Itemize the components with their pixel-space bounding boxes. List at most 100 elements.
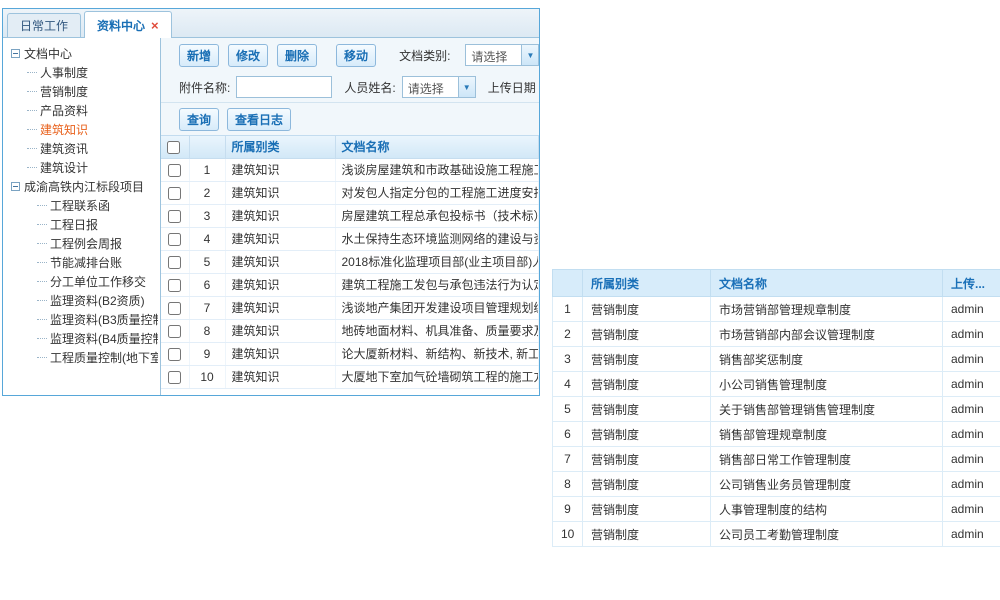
view-log-button[interactable]: 查看日志 [227, 108, 291, 131]
row-category: 营销制度 [583, 497, 711, 522]
row-checkbox[interactable] [168, 302, 181, 315]
tab-data-center[interactable]: 资料中心 × [84, 11, 172, 38]
document-row[interactable]: 9 建筑知识 论大厦新材料、新结构、新技术, 新工... [161, 342, 539, 365]
tree-node[interactable]: 人事制度 [5, 63, 158, 82]
name-header: 文档名称 [711, 270, 943, 297]
row-number: 1 [189, 158, 225, 181]
tree-node[interactable]: 文档中心 [5, 44, 158, 63]
tree-node[interactable]: 节能减排台账 [5, 253, 158, 272]
tree-node[interactable]: 营销制度 [5, 82, 158, 101]
row-category: 营销制度 [583, 297, 711, 322]
row-uploader: admin [943, 522, 1000, 547]
document-row[interactable]: 4 建筑知识 水土保持生态环境监测网络的建设与资... [161, 227, 539, 250]
tree-node[interactable]: 工程质量控制(地下室) [5, 348, 158, 367]
query-button[interactable]: 查询 [179, 108, 219, 131]
document-row[interactable]: 7 营销制度 销售部日常工作管理制度 admin [553, 447, 1000, 472]
tree-branch-line [37, 300, 47, 301]
row-uploader: admin [943, 347, 1000, 372]
row-select-cell [161, 319, 189, 342]
select-all-checkbox[interactable] [167, 141, 180, 154]
document-row[interactable]: 10 营销制度 公司员工考勤管理制度 admin [553, 522, 1000, 547]
document-tree: 文档中心 人事制度 营销制度 [3, 38, 161, 395]
row-checkbox[interactable] [168, 348, 181, 361]
row-name: 人事管理制度的结构 [711, 497, 943, 522]
tree-node[interactable]: 工程例会周报 [5, 234, 158, 253]
document-row[interactable]: 4 营销制度 小公司销售管理制度 admin [553, 372, 1000, 397]
document-row[interactable]: 5 建筑知识 2018标准化监理项目部(业主项目部)人员... [161, 250, 539, 273]
row-checkbox[interactable] [168, 256, 181, 269]
document-list-area: 新增 修改 删除 移动 文档类别: 请选择 ▼ 文档 附件名称: 人员姓名: [161, 38, 539, 395]
document-row[interactable]: 8 营销制度 公司销售业务员管理制度 admin [553, 472, 1000, 497]
tree-node[interactable]: 监理资料(B2资质) [5, 291, 158, 310]
row-name: 销售部管理规章制度 [711, 422, 943, 447]
add-button[interactable]: 新增 [179, 44, 219, 67]
tree-node[interactable]: 成渝高铁内江标段项目 [5, 177, 158, 196]
tab-close-icon[interactable]: × [151, 19, 159, 32]
tree-branch-line [37, 357, 47, 358]
edit-button[interactable]: 修改 [228, 44, 268, 67]
document-row[interactable]: 1 营销制度 市场营销部管理规章制度 admin [553, 297, 1000, 322]
document-row[interactable]: 3 建筑知识 房屋建筑工程总承包投标书（技术标）... [161, 204, 539, 227]
document-row[interactable]: 1 建筑知识 浅谈房屋建筑和市政基础设施工程施工... [161, 158, 539, 181]
uploader-header: 上传... [943, 270, 1000, 297]
document-row[interactable]: 10 建筑知识 大厦地下室加气砼墙砌筑工程的施工方... [161, 365, 539, 388]
row-checkbox[interactable] [168, 210, 181, 223]
row-category: 营销制度 [583, 472, 711, 497]
tree-branch-line [37, 319, 47, 320]
chevron-down-icon[interactable]: ▼ [458, 77, 475, 97]
attachment-name-input[interactable] [236, 76, 332, 98]
document-row[interactable]: 2 营销制度 市场营销部内部会议管理制度 admin [553, 322, 1000, 347]
row-checkbox[interactable] [168, 371, 181, 384]
document-row[interactable]: 2 建筑知识 对发包人指定分包的工程施工进度安排... [161, 181, 539, 204]
row-checkbox[interactable] [168, 325, 181, 338]
row-name: 市场营销部内部会议管理制度 [711, 322, 943, 347]
document-row[interactable]: 7 建筑知识 浅谈地产集团开发建设项目管理规划编... [161, 296, 539, 319]
tree-node[interactable]: 建筑知识 [5, 120, 158, 139]
category-header: 所属别类 [583, 270, 711, 297]
row-category: 建筑知识 [225, 296, 335, 319]
doc-category-select[interactable]: 请选择 ▼ [465, 44, 539, 66]
row-category: 建筑知识 [225, 204, 335, 227]
document-row[interactable]: 9 营销制度 人事管理制度的结构 admin [553, 497, 1000, 522]
row-number-header [189, 136, 225, 158]
tree-node[interactable]: 分工单位工作移交 [5, 272, 158, 291]
delete-button[interactable]: 删除 [277, 44, 317, 67]
move-button[interactable]: 移动 [336, 44, 376, 67]
collapse-minus-icon[interactable] [11, 182, 20, 191]
tree-node-label: 分工单位工作移交 [50, 273, 146, 290]
tab-data-center-label: 资料中心 [97, 17, 145, 34]
tree-node[interactable]: 产品资料 [5, 101, 158, 120]
row-number: 2 [553, 322, 583, 347]
document-row[interactable]: 5 营销制度 关于销售部管理销售管理制度 admin [553, 397, 1000, 422]
tree-node[interactable]: 监理资料(B3质量控制) [5, 310, 158, 329]
row-checkbox[interactable] [168, 233, 181, 246]
row-number: 9 [553, 497, 583, 522]
row-name: 地砖地面材料、机具准备、质量要求及... [335, 319, 539, 342]
tab-daily-work-label: 日常工作 [20, 17, 68, 34]
tree-node[interactable]: 监理资料(B4质量控制) [5, 329, 158, 348]
tree-node-label: 建筑资讯 [40, 140, 88, 157]
document-row[interactable]: 6 建筑知识 建筑工程施工发包与承包违法行为认定... [161, 273, 539, 296]
row-checkbox[interactable] [168, 187, 181, 200]
tree-node[interactable]: 工程联系函 [5, 196, 158, 215]
row-category: 营销制度 [583, 447, 711, 472]
tree-node[interactable]: 建筑资讯 [5, 139, 158, 158]
document-row[interactable]: 6 营销制度 销售部管理规章制度 admin [553, 422, 1000, 447]
row-name: 公司销售业务员管理制度 [711, 472, 943, 497]
table-header-row: 所属别类 文档名称 [161, 136, 539, 158]
document-row[interactable]: 8 建筑知识 地砖地面材料、机具准备、质量要求及... [161, 319, 539, 342]
person-name-select[interactable]: 请选择 ▼ [402, 76, 476, 98]
collapse-minus-icon[interactable] [11, 49, 20, 58]
row-category: 营销制度 [583, 347, 711, 372]
row-name: 销售部日常工作管理制度 [711, 447, 943, 472]
tree-node-label: 成渝高铁内江标段项目 [24, 178, 144, 195]
tab-daily-work[interactable]: 日常工作 [7, 13, 81, 37]
row-checkbox[interactable] [168, 279, 181, 292]
chevron-down-icon[interactable]: ▼ [521, 45, 538, 65]
tree-node[interactable]: 建筑设计 [5, 158, 158, 177]
tree-branch-line [37, 243, 47, 244]
tree-node[interactable]: 工程日报 [5, 215, 158, 234]
document-row[interactable]: 3 营销制度 销售部奖惩制度 admin [553, 347, 1000, 372]
row-checkbox[interactable] [168, 164, 181, 177]
row-category: 建筑知识 [225, 158, 335, 181]
